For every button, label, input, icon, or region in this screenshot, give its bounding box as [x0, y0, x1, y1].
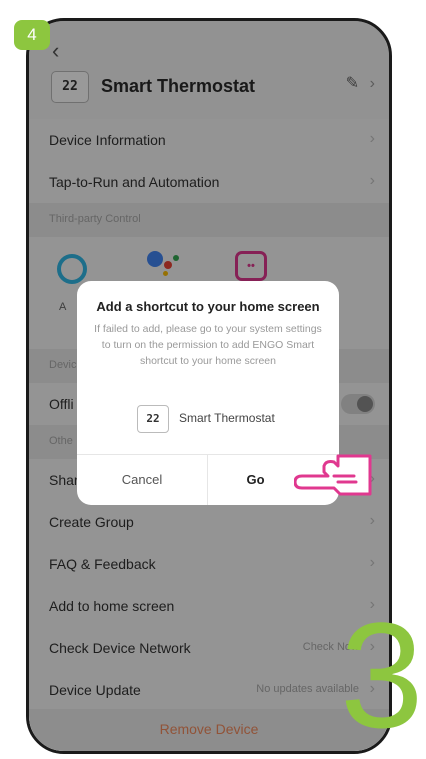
- cancel-button[interactable]: Cancel: [77, 455, 208, 505]
- phone-frame: ‹ 22 Smart Thermostat ✎ › Device Informa…: [26, 18, 392, 754]
- go-label: Go: [246, 472, 265, 487]
- dialog-title: Add a shortcut to your home screen: [96, 299, 320, 314]
- dialog-message: If failed to add, please go to your syst…: [94, 323, 322, 367]
- dialog-device-name: Smart Thermostat: [179, 411, 275, 425]
- cancel-label: Cancel: [121, 472, 163, 487]
- step-number: 3: [340, 591, 424, 759]
- pointing-hand-icon: [294, 454, 372, 496]
- step-badge: 4: [14, 20, 50, 50]
- device-settings-screen: ‹ 22 Smart Thermostat ✎ › Device Informa…: [29, 21, 389, 751]
- thermostat-device-icon: 22: [137, 405, 169, 433]
